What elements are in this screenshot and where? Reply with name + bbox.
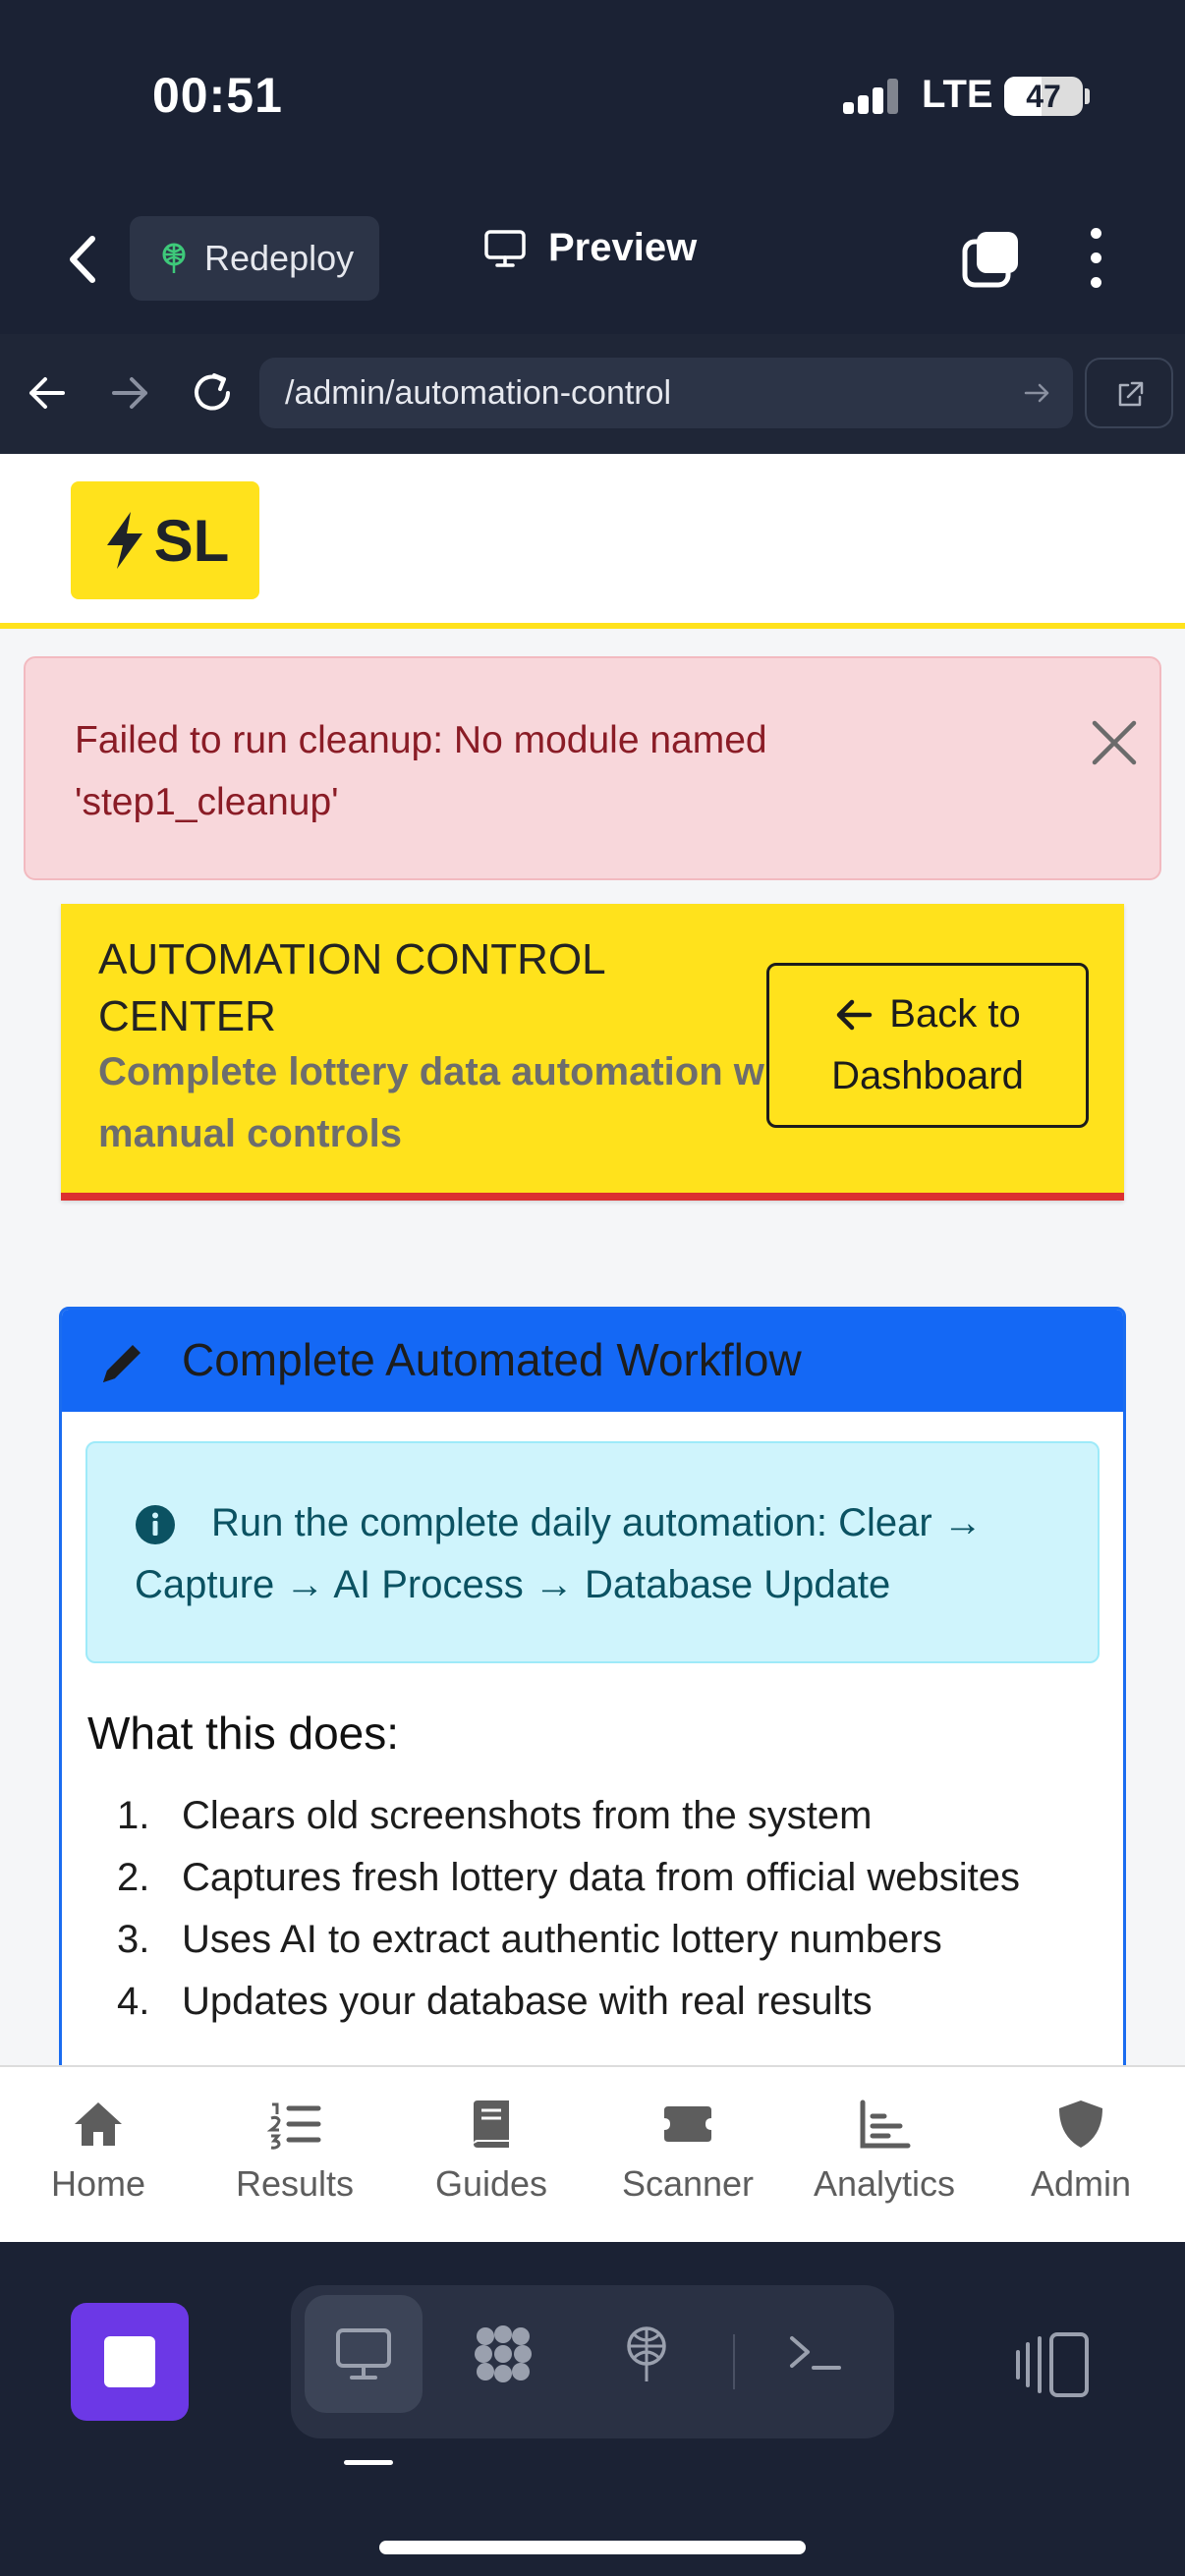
tabs-icon[interactable] xyxy=(961,228,1022,289)
hero-banner: AUTOMATION CONTROL CENTER Complete lotte… xyxy=(61,904,1124,1201)
list-item: 4. Updates your database with real result… xyxy=(117,1980,873,2023)
close-icon[interactable] xyxy=(1089,717,1140,768)
signal-icon xyxy=(843,79,898,114)
back-to-dashboard-button[interactable]: Back to Dashboard xyxy=(766,963,1089,1128)
bolt-icon xyxy=(106,512,142,569)
home-icon xyxy=(75,2102,122,2146)
reload-icon[interactable] xyxy=(185,365,240,420)
pencil-icon xyxy=(103,1345,141,1382)
app-toolbar: Redeploy Preview xyxy=(0,196,1185,334)
web-viewport: SL Failed to run cleanup: No module name… xyxy=(0,454,1185,2242)
site-header: SL xyxy=(0,454,1185,629)
dock-group xyxy=(291,2285,894,2438)
battery-nub xyxy=(1085,88,1090,104)
redeploy-button[interactable]: Redeploy xyxy=(130,216,379,301)
active-tab-indicator xyxy=(344,2460,393,2465)
redeploy-label: Redeploy xyxy=(204,238,355,278)
card-header: Complete Automated Workflow xyxy=(62,1310,1123,1412)
open-external-icon xyxy=(1118,381,1144,407)
ticket-icon xyxy=(664,2106,711,2142)
go-arrow-icon[interactable] xyxy=(1022,377,1053,409)
browser-bar: /admin/automation-control xyxy=(0,334,1185,454)
tab-label: Admin xyxy=(1030,2163,1132,2204)
monitor-icon xyxy=(484,229,526,267)
back-label-line1: Back to xyxy=(889,992,1021,1036)
site-logo[interactable]: SL xyxy=(71,481,259,599)
chart-icon xyxy=(860,2100,911,2149)
tab-label: Home xyxy=(50,2163,146,2204)
section-heading: What this does: xyxy=(87,1708,400,1759)
stop-icon xyxy=(104,2336,155,2387)
bottom-dock xyxy=(0,2242,1185,2576)
url-field[interactable]: /admin/automation-control xyxy=(259,358,1073,428)
tab-analytics[interactable]: Analytics xyxy=(786,2097,983,2214)
battery-icon: 47 xyxy=(1004,77,1083,116)
monitor-icon xyxy=(336,2328,391,2380)
tab-label: Analytics xyxy=(813,2163,956,2204)
deploy-icon xyxy=(627,2326,666,2381)
card-title: Complete Automated Workflow xyxy=(182,1334,802,1385)
back-label-line2: Dashboard xyxy=(831,1054,1024,1097)
tab-label: Scanner xyxy=(621,2163,755,2204)
side-panel-icon[interactable] xyxy=(1016,2330,1091,2399)
preview-label: Preview xyxy=(548,226,698,269)
book-icon xyxy=(474,2100,509,2148)
list-ol-icon xyxy=(267,2102,321,2150)
error-alert: Failed to run cleanup: No module named '… xyxy=(24,656,1161,880)
status-bar: 00:51 LTE 47 xyxy=(0,0,1185,196)
arrow-right-icon[interactable] xyxy=(102,365,157,420)
network-type: LTE xyxy=(922,73,993,116)
status-time: 00:51 xyxy=(152,68,283,123)
open-external-button[interactable] xyxy=(1085,358,1173,428)
stop-button[interactable] xyxy=(71,2303,189,2421)
back-chevron-icon[interactable] xyxy=(61,229,106,290)
dock-deploy-button[interactable] xyxy=(588,2295,705,2413)
apps-icon xyxy=(475,2325,532,2382)
tab-label: Results xyxy=(235,2163,355,2204)
terminal-icon xyxy=(790,2336,841,2370)
tab-label: Guides xyxy=(434,2163,548,2204)
info-text: Run the complete daily automation: Clear… xyxy=(135,1501,983,1606)
bottom-tab-bar: Home Results Guides Scanner Analytics Ad… xyxy=(0,2065,1185,2242)
list-item: 2. Captures fresh lottery data from offic… xyxy=(117,1856,1020,1899)
list-item: 1. Clears old screenshots from the system xyxy=(117,1794,873,1837)
arrow-left-icon[interactable] xyxy=(20,365,75,420)
tab-results[interactable]: Results xyxy=(197,2097,393,2214)
tab-home[interactable]: Home xyxy=(0,2097,197,2214)
page-title: AUTOMATION CONTROL CENTER xyxy=(98,935,604,1040)
dock-separator xyxy=(733,2334,735,2389)
info-alert: Run the complete daily automation: Clear… xyxy=(85,1441,1100,1663)
logo-text: SL xyxy=(153,507,230,574)
tab-guides[interactable]: Guides xyxy=(393,2097,590,2214)
arrow-left-icon xyxy=(837,999,873,1030)
dock-apps-button[interactable] xyxy=(444,2295,562,2413)
tab-scanner[interactable]: Scanner xyxy=(590,2097,786,2214)
home-indicator xyxy=(379,2541,806,2554)
redeploy-icon xyxy=(162,243,186,273)
page-subtitle: Complete lottery data automation with ma… xyxy=(98,1050,813,1155)
steps-list: 1. Clears old screenshots from the system… xyxy=(87,1785,1090,2033)
dock-terminal-button[interactable] xyxy=(757,2295,875,2413)
battery-level: 47 xyxy=(1026,79,1061,114)
tab-admin[interactable]: Admin xyxy=(983,2097,1179,2214)
url-text: /admin/automation-control xyxy=(285,374,672,412)
list-item: 3. Uses AI to extract authentic lottery n… xyxy=(117,1918,942,1961)
kebab-icon[interactable] xyxy=(1081,228,1110,289)
shield-icon xyxy=(1059,2100,1102,2148)
alert-message: Failed to run cleanup: No module named '… xyxy=(75,719,767,823)
preview-tab[interactable]: Preview xyxy=(483,226,697,270)
dock-preview-button[interactable] xyxy=(305,2295,423,2413)
